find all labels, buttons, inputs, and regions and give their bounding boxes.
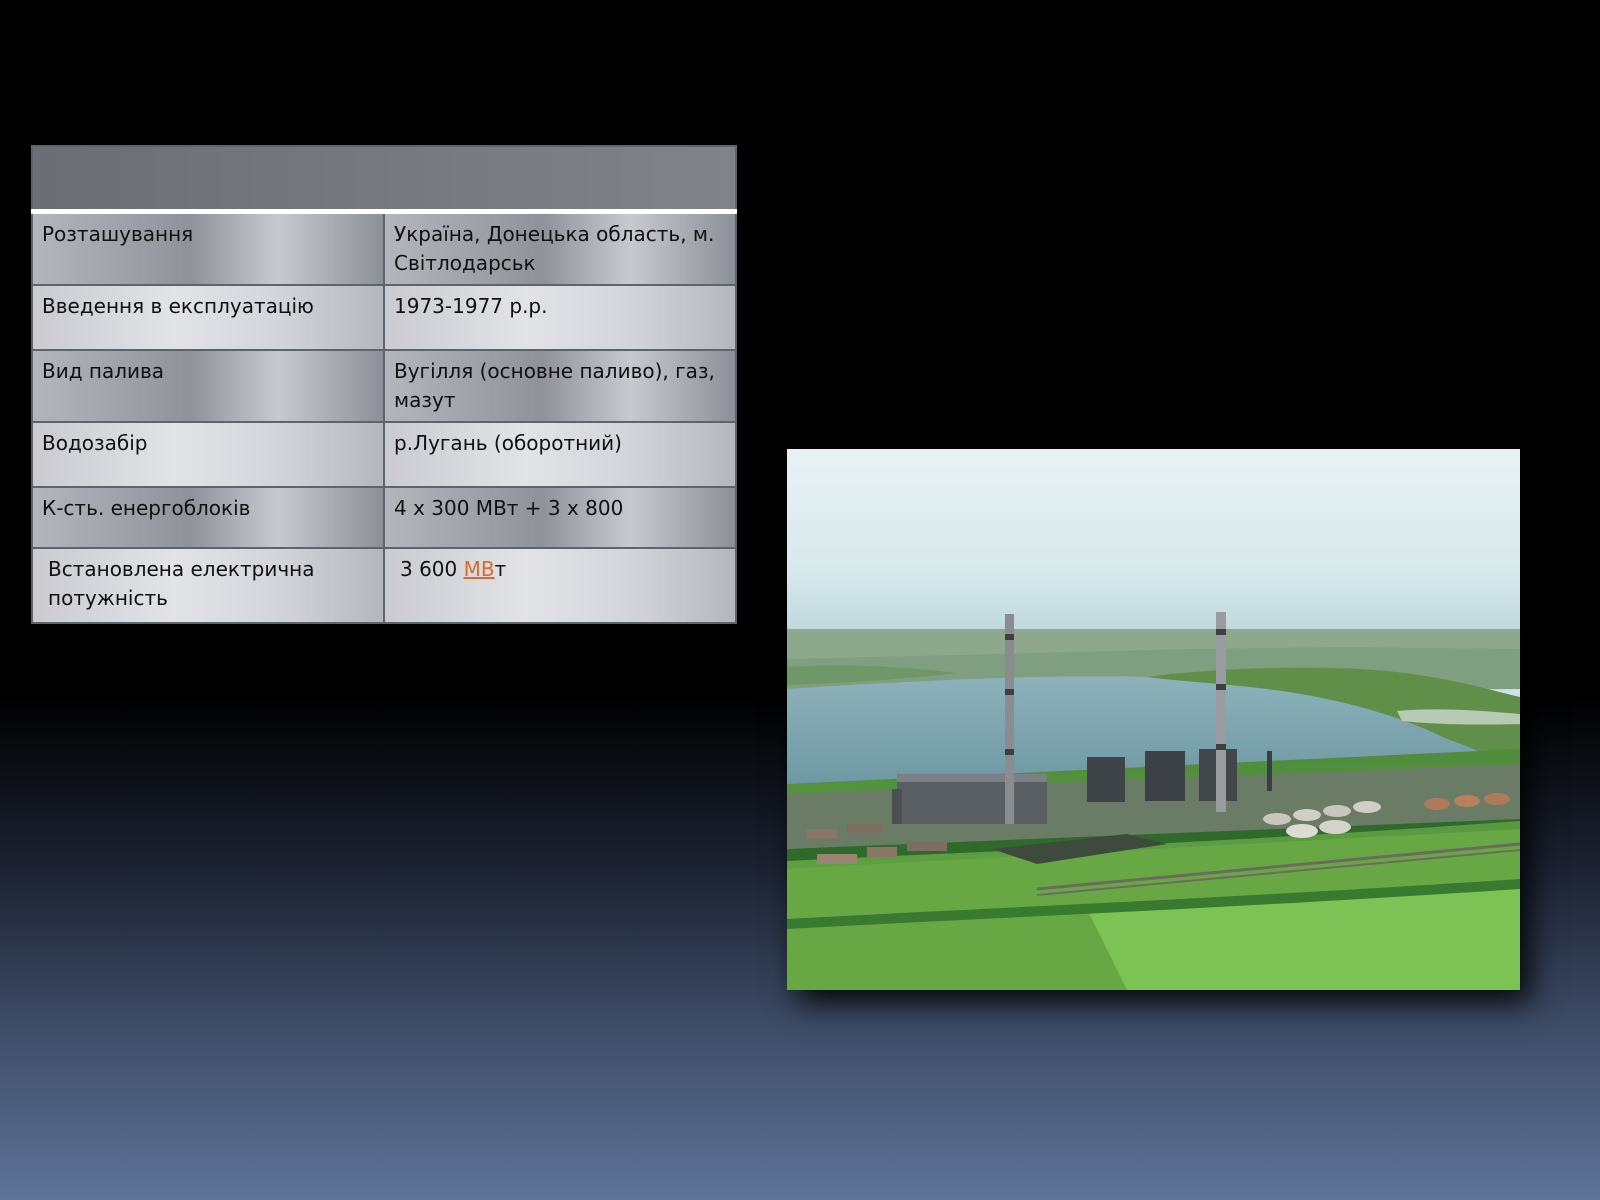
table-row: Введення в експлуатацію 1973-1977 р.р.: [31, 284, 737, 351]
row-label-installed-capacity: Встановлена електрична потужність: [31, 547, 385, 624]
capacity-unit-suffix: т: [494, 557, 507, 581]
table-row: Встановлена електрична потужність 3 600 …: [31, 547, 737, 624]
power-plant-info-table: Розташування Україна, Донецька область, …: [31, 145, 737, 624]
row-label-fuel: Вид палива: [31, 349, 385, 423]
table-header-row: [31, 145, 737, 214]
row-value-fuel: Вугілля (основне паливо), газ, мазут: [383, 349, 737, 423]
row-value-water-intake: р.Лугань (оборотний): [383, 421, 737, 488]
row-label-location: Розташування: [31, 210, 385, 286]
row-label-commissioning: Введення в експлуатацію: [31, 284, 385, 351]
table-row: Водозабір р.Лугань (оборотний): [31, 421, 737, 488]
power-plant-aerial-photo: [787, 449, 1520, 990]
row-value-location: Україна, Донецька область, м. Світлодарс…: [383, 210, 737, 286]
table-row: Розташування Україна, Донецька область, …: [31, 210, 737, 286]
row-label-water-intake: Водозабір: [31, 421, 385, 488]
row-value-installed-capacity: 3 600 МВт: [383, 547, 737, 624]
row-value-power-units: 4 х 300 МВт + 3 х 800: [383, 486, 737, 549]
capacity-unit-link[interactable]: МВ: [464, 557, 495, 581]
slide: Розташування Україна, Донецька область, …: [0, 0, 1600, 1200]
row-value-commissioning: 1973-1977 р.р.: [383, 284, 737, 351]
row-label-power-units: К-сть. енергоблоків: [31, 486, 385, 549]
power-plant-scene-image: [787, 449, 1520, 990]
table-header: [31, 145, 737, 214]
table-row: К-сть. енергоблоків 4 х 300 МВт + 3 х 80…: [31, 486, 737, 549]
table-row: Вид палива Вугілля (основне паливо), газ…: [31, 349, 737, 423]
capacity-number: 3 600: [400, 557, 464, 581]
